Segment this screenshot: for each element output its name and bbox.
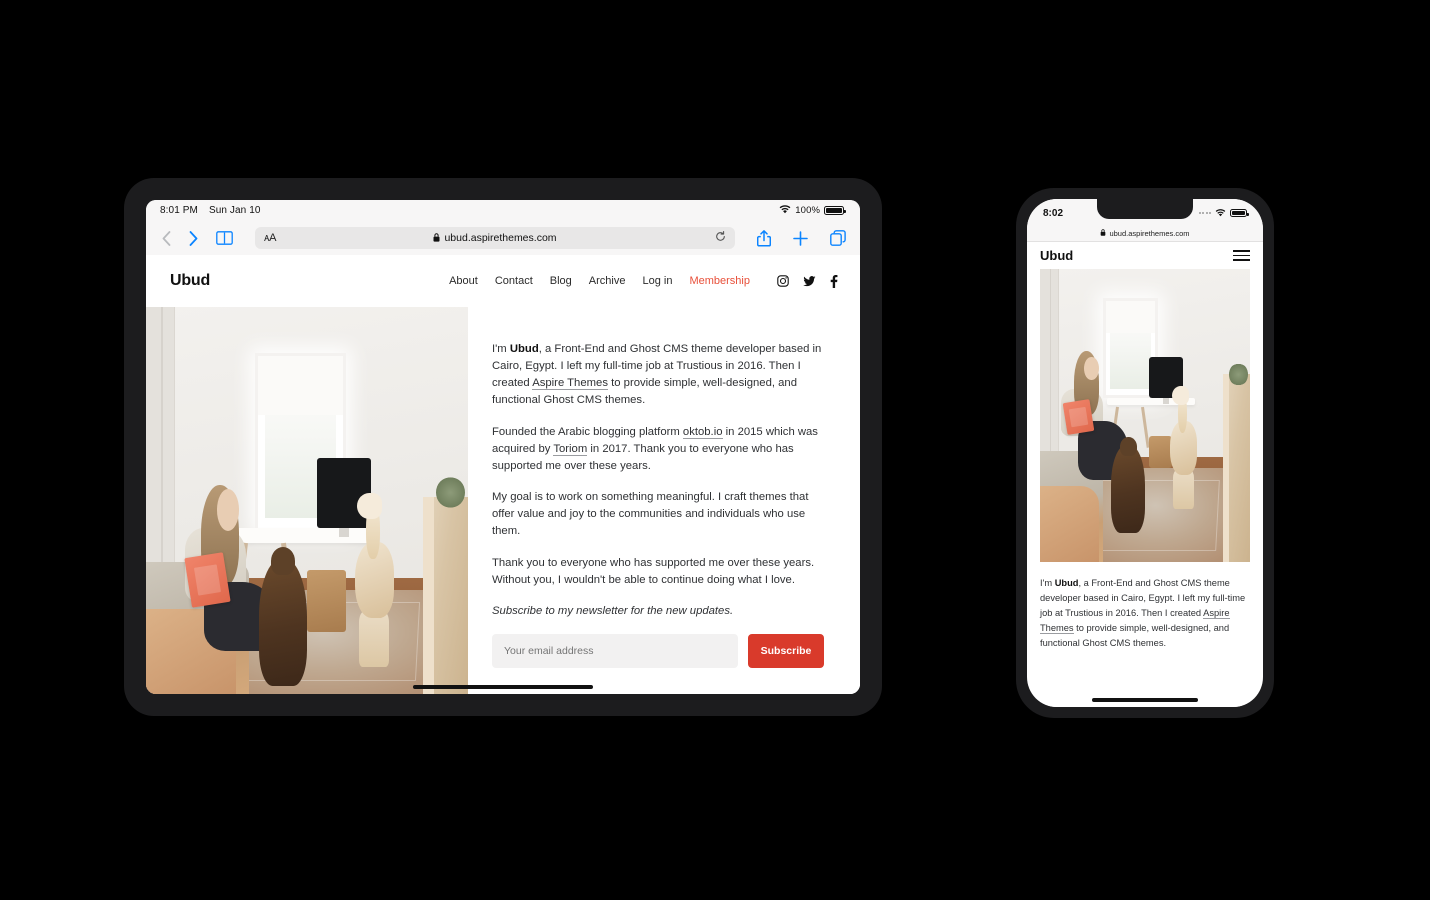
phone-article-content: I'm Ubud, a Front-End and Ghost CMS them… [1027, 562, 1263, 651]
tablet-home-indicator[interactable] [413, 685, 593, 689]
phone-site-header: Ubud [1027, 242, 1263, 269]
phone-hero-photo [1040, 269, 1250, 562]
status-date: Sun Jan 10 [208, 205, 261, 216]
intro-name: Ubud [509, 343, 539, 355]
phone-notch [1097, 199, 1193, 219]
link-toriom[interactable]: Toriom [553, 442, 588, 456]
phone-intro-prefix: I'm [1040, 578, 1055, 588]
reload-icon[interactable] [715, 231, 726, 245]
paragraph-thanks: Thank you to everyone who has supported … [492, 556, 815, 586]
nav-link-about[interactable]: About [449, 275, 478, 287]
forward-chevron-icon[interactable] [189, 230, 198, 246]
battery-percent-label: 100% [795, 205, 820, 216]
social-links [777, 274, 838, 288]
nav-link-membership[interactable]: Membership [689, 275, 750, 287]
paragraph-subscribe-prompt: Subscribe to my newsletter for the new u… [492, 604, 734, 617]
phone-site-logo[interactable]: Ubud [1040, 248, 1073, 263]
paragraph-goal: My goal is to work on something meaningf… [492, 491, 809, 538]
url-text: ubud.aspirethemes.com [444, 232, 557, 244]
paragraph-intro: I'm Ubud, a Front-End and Ghost CMS them… [492, 341, 824, 410]
bedroom-scene-illustration [146, 307, 468, 694]
paragraph-founded: Founded the Arabic blogging platform okt… [492, 424, 824, 475]
phone-home-indicator[interactable] [1092, 698, 1198, 702]
tablet-status-bar: 8:01 PM Sun Jan 10 100% [146, 200, 860, 221]
phone-status-bar: 8:02 [1027, 199, 1263, 225]
address-bar[interactable]: ᴀA ubud.aspirethemes.com [255, 227, 735, 249]
site-logo[interactable]: Ubud [170, 272, 210, 290]
site-navigation: About Contact Blog Archive Log in Member… [449, 274, 838, 288]
site-body: I'm Ubud, a Front-End and Ghost CMS them… [146, 307, 860, 694]
book-sidebar-icon[interactable] [216, 231, 233, 245]
phone-status-time: 8:02 [1043, 207, 1064, 219]
website-viewport: Ubud About Contact Blog Archive Log in M… [146, 255, 860, 694]
signal-dots-icon [1198, 212, 1211, 214]
facebook-icon[interactable] [830, 274, 838, 288]
nav-link-contact[interactable]: Contact [495, 275, 533, 287]
status-time: 8:01 PM [160, 205, 198, 216]
link-aspire-themes[interactable]: Aspire Themes [532, 377, 608, 391]
subscribe-button[interactable]: Subscribe [748, 634, 824, 669]
wifi-icon [779, 204, 791, 217]
phone-url-text: ubud.aspirethemes.com [1109, 228, 1190, 238]
tablet-screen: 8:01 PM Sun Jan 10 100% ᴀA ubud.aspireth… [146, 200, 860, 694]
phone-bedroom-scene-illustration [1040, 269, 1250, 562]
url-display: ubud.aspirethemes.com [255, 232, 735, 244]
hero-photo [146, 307, 468, 694]
instagram-icon[interactable] [777, 275, 789, 287]
phone-screen: 8:02 ubud.aspirethemes.com Ubud I'm Ubud… [1027, 199, 1263, 707]
phone-content-fade [1027, 681, 1263, 707]
nav-link-archive[interactable]: Archive [589, 275, 626, 287]
phone-url-bar[interactable]: ubud.aspirethemes.com [1027, 225, 1263, 242]
battery-icon [824, 206, 846, 215]
phone-battery-icon [1230, 209, 1249, 217]
tabs-icon[interactable] [830, 230, 846, 246]
nav-link-login[interactable]: Log in [642, 275, 672, 287]
plus-icon[interactable] [793, 230, 808, 246]
phone-intro-name: Ubud [1054, 578, 1079, 588]
subscribe-form: Subscribe [492, 634, 824, 669]
phone-device-frame: 8:02 ubud.aspirethemes.com Ubud I'm Ubud… [1016, 188, 1274, 718]
lock-icon [433, 232, 440, 244]
founded-prefix: Founded the Arabic blogging platform [492, 425, 683, 438]
tablet-device-frame: 8:01 PM Sun Jan 10 100% ᴀA ubud.aspireth… [124, 178, 882, 716]
screenshot-stage: 8:01 PM Sun Jan 10 100% ᴀA ubud.aspireth… [0, 0, 1430, 900]
phone-wifi-icon [1215, 204, 1226, 222]
link-oktob-io[interactable]: oktob.io [682, 425, 723, 439]
phone-paragraph-intro: I'm Ubud, a Front-End and Ghost CMS them… [1040, 576, 1250, 651]
twitter-icon[interactable] [803, 275, 816, 287]
safari-browser-chrome: 8:01 PM Sun Jan 10 100% ᴀA ubud.aspireth… [146, 200, 860, 255]
share-icon[interactable] [757, 229, 771, 247]
intro-prefix: I'm [492, 343, 510, 355]
article-content: I'm Ubud, a Front-End and Ghost CMS them… [468, 307, 860, 694]
email-input[interactable] [492, 634, 738, 669]
hamburger-menu-icon[interactable] [1233, 250, 1250, 261]
site-header: Ubud About Contact Blog Archive Log in M… [146, 255, 860, 307]
nav-link-blog[interactable]: Blog [550, 275, 572, 287]
back-chevron-icon[interactable] [162, 230, 171, 246]
safari-toolbar: ᴀA ubud.aspirethemes.com [146, 221, 860, 255]
phone-lock-icon [1100, 228, 1106, 238]
